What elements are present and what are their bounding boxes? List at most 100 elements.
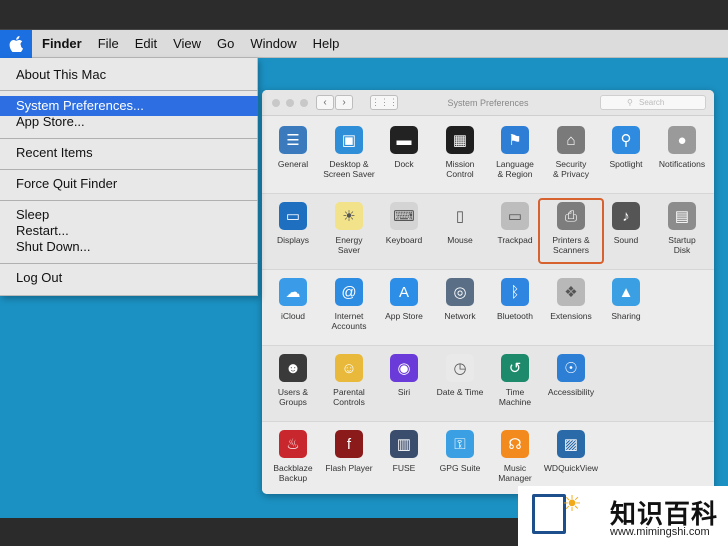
menu-separator: [0, 90, 258, 91]
menu-app-name[interactable]: Finder: [42, 36, 82, 51]
trackpad-icon: ▭: [501, 202, 529, 230]
extensions-icon: ❖: [557, 278, 585, 306]
apple-menu-dropdown: About This Mac System Preferences... App…: [0, 58, 258, 296]
menu-go[interactable]: Go: [217, 36, 234, 51]
time-machine-icon: ↺: [501, 354, 529, 382]
system-preferences-window: ‹ › ⋮⋮⋮ System Preferences ⚲ Search ☰ Gen…: [262, 90, 714, 494]
pane-siri[interactable]: ◉ Siri: [376, 354, 432, 422]
backblaze-icon: ♨: [279, 430, 307, 458]
pane-time-machine[interactable]: ↺ Time Machine: [487, 354, 543, 422]
menu-item-app-store[interactable]: App Store...: [0, 112, 258, 132]
pane-label: Keyboard: [385, 235, 423, 245]
menu-item-recent-items[interactable]: Recent Items: [0, 143, 258, 163]
pane-label: Trackpad: [497, 235, 533, 245]
language-icon: ⚑: [501, 126, 529, 154]
pane-notifications[interactable]: ● Notifications: [654, 126, 710, 194]
siri-icon: ◉: [390, 354, 418, 382]
pane-spotlight[interactable]: ⚲ Spotlight: [598, 126, 654, 194]
pane-label: Backblaze Backup: [273, 463, 313, 483]
pane-backblaze[interactable]: ♨ Backblaze Backup: [265, 430, 321, 494]
pane-label: Energy Saver: [335, 235, 363, 255]
pane-network[interactable]: ◎ Network: [432, 278, 488, 346]
pane-parental-controls[interactable]: ☺ Parental Controls: [321, 354, 377, 422]
pane-flash[interactable]: f Flash Player: [321, 430, 377, 494]
pane-label: WDQuickView: [543, 463, 599, 473]
pane-label: Mission Control: [445, 159, 475, 179]
menu-item-force-quit[interactable]: Force Quit Finder: [0, 174, 258, 194]
watermark-logo: ☀ 知识百科 www.mimingshi.com: [518, 486, 728, 546]
bluetooth-icon: ᛒ: [501, 278, 529, 306]
pane-label: Displays: [276, 235, 310, 245]
menu-help[interactable]: Help: [313, 36, 340, 51]
pane-label: Mouse: [447, 235, 473, 245]
pane-energy[interactable]: ☀ Energy Saver: [321, 202, 377, 270]
pane-label: Bluetooth: [497, 311, 533, 321]
pane-extensions[interactable]: ❖ Extensions: [543, 278, 599, 346]
users-icon: ☻: [279, 354, 307, 382]
pane-label: Startup Disk: [668, 235, 696, 255]
pane-gpg[interactable]: ⚿ GPG Suite: [432, 430, 488, 494]
pane-app-store[interactable]: A App Store: [376, 278, 432, 346]
mouse-icon: ▯: [446, 202, 474, 230]
date-time-icon: ◷: [446, 354, 474, 382]
mission-control-icon: ▦: [446, 126, 474, 154]
menu-separator: [0, 200, 258, 201]
pane-icloud[interactable]: ☁ iCloud: [265, 278, 321, 346]
pane-label: Accessibility: [547, 387, 595, 397]
parental-controls-icon: ☺: [335, 354, 363, 382]
energy-icon: ☀: [335, 202, 363, 230]
pane-general[interactable]: ☰ General: [265, 126, 321, 194]
menu-item-log-out[interactable]: Log Out: [0, 268, 258, 288]
pane-mission-control[interactable]: ▦ Mission Control: [432, 126, 488, 194]
pane-dock[interactable]: ▬ Dock: [376, 126, 432, 194]
menu-file[interactable]: File: [98, 36, 119, 51]
pane-bluetooth[interactable]: ᛒ Bluetooth: [487, 278, 543, 346]
pane-displays[interactable]: ▭ Displays: [265, 202, 321, 270]
pane-trackpad[interactable]: ▭ Trackpad: [487, 202, 543, 270]
apple-menu-button[interactable]: [0, 29, 32, 58]
top-frame-bar: [0, 0, 728, 30]
search-field[interactable]: ⚲ Search: [600, 95, 706, 110]
search-placeholder: Search: [639, 98, 665, 107]
pane-keyboard[interactable]: ⌨ Keyboard: [376, 202, 432, 270]
watermark-url: www.mimingshi.com: [610, 526, 710, 538]
menu-separator: [0, 263, 258, 264]
pane-sharing[interactable]: ▲ Sharing: [598, 278, 654, 346]
pane-internet-accounts[interactable]: @ Internet Accounts: [321, 278, 377, 346]
lightbulb-icon: ☀: [562, 491, 582, 516]
menu-window[interactable]: Window: [250, 36, 296, 51]
pane-label: Language & Region: [496, 159, 534, 179]
pane-date-time[interactable]: ◷ Date & Time: [432, 354, 488, 422]
pane-startup-disk[interactable]: ▤ Startup Disk: [654, 202, 710, 270]
pane-label: Dock: [394, 159, 414, 169]
pane-security[interactable]: ⌂ Security & Privacy: [543, 126, 599, 194]
icloud-icon: ☁: [279, 278, 307, 306]
pane-music-manager[interactable]: ☊ Music Manager: [487, 430, 543, 494]
menu-separator: [0, 138, 258, 139]
fuse-icon: ▥: [390, 430, 418, 458]
dock-icon: ▬: [390, 126, 418, 154]
pane-language[interactable]: ⚑ Language & Region: [487, 126, 543, 194]
internet-accounts-icon: @: [335, 278, 363, 306]
network-icon: ◎: [446, 278, 474, 306]
music-manager-icon: ☊: [501, 430, 529, 458]
general-icon: ☰: [279, 126, 307, 154]
pane-label: Spotlight: [609, 159, 643, 169]
spotlight-icon: ⚲: [612, 126, 640, 154]
security-icon: ⌂: [557, 126, 585, 154]
displays-icon: ▭: [279, 202, 307, 230]
pane-fuse[interactable]: ▥ FUSE: [376, 430, 432, 494]
apple-icon: [9, 35, 23, 52]
window-titlebar: ‹ › ⋮⋮⋮ System Preferences ⚲ Search: [262, 90, 714, 116]
pane-wd-quickview[interactable]: ▨ WDQuickView: [543, 430, 599, 494]
pane-accessibility[interactable]: ☉ Accessibility: [543, 354, 599, 422]
pane-users[interactable]: ☻ Users & Groups: [265, 354, 321, 422]
pane-mouse[interactable]: ▯ Mouse: [432, 202, 488, 270]
pane-label: Parental Controls: [333, 387, 365, 407]
pane-desktop[interactable]: ▣ Desktop & Screen Saver: [321, 126, 377, 194]
pane-sound[interactable]: ♪ Sound: [598, 202, 654, 270]
menu-item-about[interactable]: About This Mac: [0, 65, 258, 85]
menu-edit[interactable]: Edit: [135, 36, 157, 51]
menu-view[interactable]: View: [173, 36, 201, 51]
menu-item-shut-down[interactable]: Shut Down...: [0, 237, 258, 257]
